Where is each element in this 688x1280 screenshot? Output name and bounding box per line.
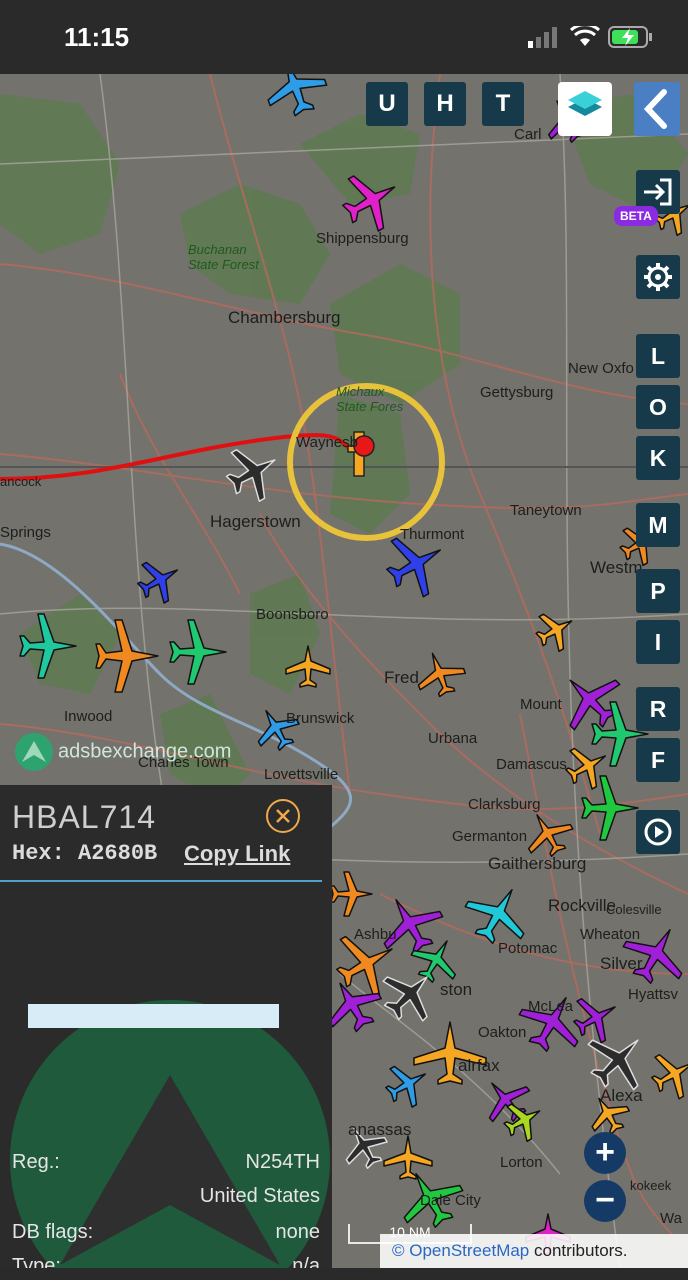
type-value: n/a <box>292 1255 320 1268</box>
panel-divider <box>0 880 322 882</box>
hex-code: Hex: A2680B <box>12 841 157 866</box>
layers-button[interactable] <box>558 82 612 136</box>
close-panel-button[interactable] <box>266 799 300 833</box>
copy-link-button[interactable]: Copy Link <box>184 841 290 867</box>
attribution-text: contributors. <box>529 1241 628 1260</box>
place-potomac: Potomac <box>498 940 558 957</box>
place-inwood: Inwood <box>64 708 113 725</box>
chevron-left-icon <box>643 89 667 129</box>
place-carlisle: Carl <box>514 126 542 143</box>
place-hagerstown: Hagerstown <box>210 512 301 531</box>
place-mclean: McLea <box>528 998 574 1015</box>
hex-label: Hex: <box>12 841 65 866</box>
place-hancock: ancock <box>0 474 42 489</box>
toggle-k-button[interactable]: K <box>636 436 680 480</box>
toggle-i-button[interactable]: I <box>636 620 680 664</box>
settings-button[interactable] <box>636 255 680 299</box>
toggle-h-button[interactable]: H <box>424 82 466 126</box>
toggle-r-button[interactable]: R <box>636 687 680 731</box>
home-indicator-bar <box>0 1268 688 1280</box>
place-dale-city: Dale City <box>420 1192 481 1209</box>
place-boonsboro: Boonsboro <box>256 606 329 623</box>
photo-loading-bar <box>28 1004 279 1028</box>
place-woodbridge: Wa <box>660 1210 682 1227</box>
country-value: United States <box>199 1185 320 1207</box>
place-springs: Springs <box>0 524 51 541</box>
toggle-o-button[interactable]: O <box>636 385 680 429</box>
beta-badge: BETA <box>614 206 658 226</box>
place-fairfax: airfax <box>458 1056 500 1075</box>
place-oakton: Oakton <box>478 1024 527 1041</box>
toggle-u-button[interactable]: U <box>366 82 408 126</box>
battery-charging-icon <box>608 26 652 48</box>
place-new-oxford: New Oxfo <box>568 360 634 377</box>
db-flags-value: none <box>275 1221 321 1243</box>
place-manassas: anassas <box>348 1120 412 1139</box>
place-germantown: Germanton <box>452 828 528 845</box>
registration-value: N254TH <box>245 1151 320 1173</box>
place-brunswick: Brunswick <box>286 710 355 727</box>
place-taneytown: Taneytown <box>510 502 582 519</box>
place-mount: Mount <box>520 696 562 713</box>
place-chambersburg: Chambersburg <box>228 308 341 327</box>
zoom-in-button[interactable]: + <box>584 1132 626 1174</box>
signal-icon <box>528 27 557 48</box>
toggle-t-button[interactable]: T <box>482 82 524 126</box>
place-westminster: Westm <box>590 558 643 577</box>
toggle-m-button[interactable]: M <box>636 503 680 547</box>
adsbexchange-logo-icon <box>15 733 53 771</box>
place-urbana: Urbana <box>428 730 478 747</box>
clock: 11:15 <box>64 22 130 52</box>
place-waynesboro: Waynesb <box>296 434 358 451</box>
callsign: HBAL714 <box>12 799 156 835</box>
gear-icon <box>644 263 672 291</box>
toggle-p-button[interactable]: P <box>636 569 680 613</box>
collapse-sidebar-button[interactable] <box>634 82 680 136</box>
place-wheaton: Wheaton <box>580 926 641 943</box>
place-clarksburg: Clarksburg <box>468 796 541 813</box>
place-silver-spring: Silver <box>600 954 643 973</box>
place-ashburn: Ashbu <box>354 926 397 943</box>
close-icon <box>276 809 290 823</box>
type-label: Type: <box>12 1255 61 1268</box>
map-attribution: © OpenStreetMap contributors. <box>380 1234 688 1268</box>
place-gettysburg: Gettysburg <box>480 384 554 401</box>
place-lovettsville: Lovettsville <box>264 766 339 783</box>
place-reston: ston <box>440 980 473 999</box>
status-bar: 11:15 <box>0 0 688 74</box>
place-buchanan-state-forest: Buchanan State Forest <box>188 242 259 272</box>
adsbexchange-watermark: adsbexchange.com <box>14 732 231 772</box>
adsbexchange-label: adsbexchange.com <box>58 740 232 763</box>
toggle-l-button[interactable]: L <box>636 334 680 378</box>
place-gaithersburg: Gaithersburg <box>488 854 587 873</box>
place-frederick: Fred <box>384 668 419 687</box>
place-colesville: Colesville <box>606 902 662 917</box>
zoom-out-button[interactable]: − <box>584 1180 626 1222</box>
place-shippensburg: Shippensburg <box>316 230 409 247</box>
place-michaux-state-forest: Michaux State Fores <box>336 384 404 414</box>
hex-value: A2680B <box>78 841 158 866</box>
aircraft-info-panel: HBAL714 Hex: A2680B Copy Link Reg.: N254T… <box>0 785 332 1268</box>
toggle-f-button[interactable]: F <box>636 738 680 782</box>
replay-icon <box>644 818 672 846</box>
place-alexandria: Alexa <box>600 1086 643 1105</box>
replay-button[interactable] <box>636 810 680 854</box>
registration-label: Reg.: <box>12 1151 60 1173</box>
db-flags-label: DB flags: <box>12 1221 94 1243</box>
place-pohick: kokeek <box>630 1178 672 1193</box>
place-thurmont: Thurmont <box>400 526 465 543</box>
wifi-icon <box>570 26 600 46</box>
place-hyattsville: Hyattsv <box>628 986 679 1003</box>
layers-icon <box>568 91 602 116</box>
openstreetmap-link[interactable]: © OpenStreetMap <box>392 1241 529 1260</box>
place-lorton: Lorton <box>500 1154 543 1171</box>
place-damascus: Damascus <box>496 756 567 773</box>
